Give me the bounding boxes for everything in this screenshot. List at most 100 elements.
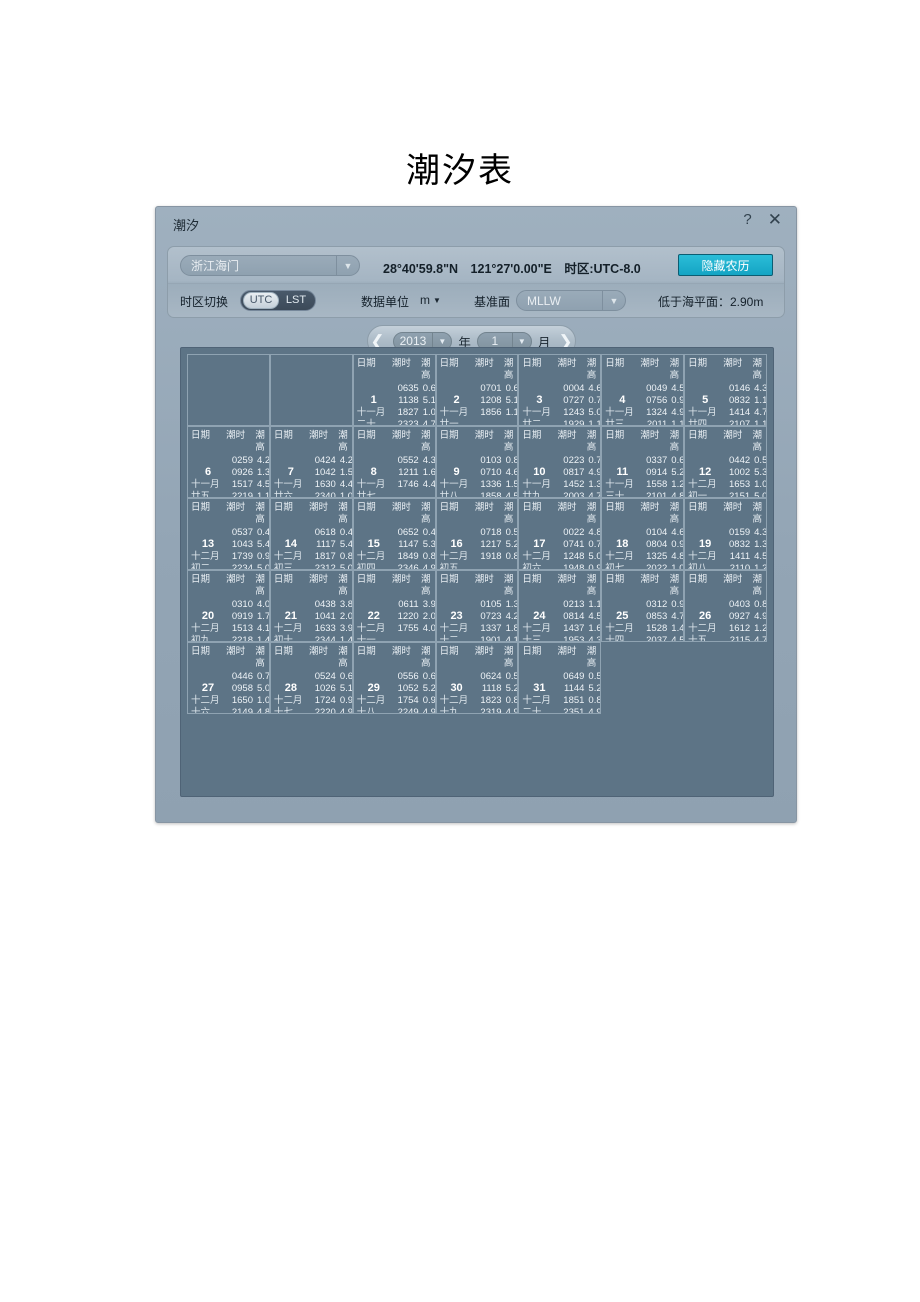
tide-time: 2346 <box>397 563 419 570</box>
calendar-day-cell[interactable]: 日期潮时潮高27十二月十六04460.7609585.0516501.09214… <box>187 642 270 714</box>
tide-time: 2022 <box>646 563 668 570</box>
tide-height: 4.25 <box>257 455 270 466</box>
help-icon[interactable]: ? <box>741 212 753 227</box>
calendar-day-cell[interactable]: 日期潮时潮高18十二月初七01044.6208040.9613254.85202… <box>601 498 685 570</box>
calendar-day-cell[interactable]: 日期潮时潮高26十二月十五04030.8609274.9116121.23211… <box>684 570 767 642</box>
location-select[interactable]: 浙江海门 ▼ <box>180 255 360 276</box>
header-time: 潮时 <box>640 502 660 513</box>
window-titlebar: 潮汐 ? ✕ <box>156 207 796 241</box>
calendar-day-cell[interactable]: 日期潮时潮高6十一月廿五02594.2509261.3715174.542219… <box>187 426 270 498</box>
tide-time: 0741 <box>563 539 585 550</box>
calendar-day-cell[interactable]: 日期潮时潮高13十二月初二05370.4710435.4617390.95223… <box>187 498 270 570</box>
tide-row: 15581.20 <box>639 479 685 491</box>
lunar-day: 廿三 <box>605 419 625 426</box>
calendar-day-cell[interactable]: 日期潮时潮高16十二月初五07180.5712175.2619180.86 <box>435 498 519 570</box>
calendar-day-cell[interactable]: 日期潮时潮高24十二月十三02131.1408144.5114371.63195… <box>518 570 602 642</box>
calendar-day-cell[interactable]: 日期潮时潮高25十二月十四03120.9908534.7315281.42203… <box>601 570 685 642</box>
cell-date-column: 10 十一月 廿九 <box>522 455 556 497</box>
calendar-day-cell[interactable]: 日期潮时潮高19十二月初八01594.3208321.3014114.51211… <box>684 498 767 570</box>
calendar-day-cell[interactable]: 日期潮时潮高14十二月初三06180.4611175.4418170.87231… <box>269 498 353 570</box>
calendar-day-cell[interactable]: 日期潮时潮高10十一月廿九02230.7308174.9714521.36200… <box>518 426 602 498</box>
tide-row: 16531.06 <box>722 479 766 491</box>
timezone-option-lst[interactable]: LST <box>279 293 313 308</box>
cell-date-column: 14 十二月 初三 <box>274 527 308 569</box>
header-date: 日期 <box>522 502 542 513</box>
calendar-day-cell[interactable]: 日期潮时潮高20十二月初九03104.0309191.7015134.18221… <box>187 570 270 642</box>
calendar-day-cell[interactable]: 日期潮时潮高21十二月初十04383.8810412.0216333.99234… <box>269 570 353 642</box>
calendar-day-cell[interactable]: 日期潮时潮高1十一月二十06350.6711385.1718271.092323… <box>352 354 436 426</box>
tide-row: 14521.36 <box>556 479 602 491</box>
chevron-down-icon: ▼ <box>609 295 619 306</box>
tide-row: 0259 4.25 <box>225 455 270 467</box>
tide-height: 5.46 <box>257 539 270 550</box>
tide-height: 4.39 <box>588 635 602 642</box>
tide-height: 1.12 <box>754 395 767 406</box>
tide-row: 08174.97 <box>556 467 600 479</box>
tide-height: 4.62 <box>671 527 685 538</box>
header-date: 日期 <box>439 430 459 441</box>
calendar-day-cell[interactable]: 日期潮时潮高2十一月廿一07010.6812085.1518561.10 <box>435 354 519 426</box>
tide-height: 1.20 <box>671 479 685 490</box>
header-height: 潮高 <box>503 574 514 597</box>
toolbar-row-settings: 时区切换 UTC LST 数据单位 m ▼ 基准面 MLLW ▼ 低于海平面：2… <box>168 283 784 317</box>
lunar-day: 初二 <box>191 563 211 570</box>
calendar-day-cell[interactable]: 日期潮时潮高28十二月十七05240.6710265.1617240.98222… <box>269 642 353 714</box>
cell-tide-column: 06180.4611175.4418170.8723125.06 <box>308 527 352 569</box>
unit-select[interactable]: m ▼ <box>420 293 441 307</box>
tide-row: 07234.24 <box>474 611 517 623</box>
header-time: 潮时 <box>557 430 577 441</box>
calendar-day-cell[interactable]: 日期潮时潮高15十二月初四06520.4911475.3618490.84234… <box>352 498 436 570</box>
cell-column-headers: 日期 潮时 潮高 <box>357 574 431 598</box>
tide-height: 0.75 <box>588 395 602 406</box>
tide-height: 0.49 <box>422 527 436 538</box>
tide-height: 1.36 <box>588 479 602 490</box>
tide-row: 04244.22 <box>308 455 352 467</box>
calendar-day-cell[interactable]: 日期潮时潮高8十一月廿七05524.3712111.6117464.43 <box>352 426 436 498</box>
calendar-day-cell[interactable]: 日期潮时潮高23十二月十二01051.3007234.2413371.86190… <box>435 570 519 642</box>
lunar-month: 十一月 <box>439 479 469 490</box>
calendar-day-cell[interactable]: 日期潮时潮高31十二月二十06490.5911445.2718510.81235… <box>518 642 602 714</box>
calendar-day-cell[interactable]: 日期潮时潮高3十一月廿二00044.6607270.7512435.081929… <box>518 354 602 426</box>
day-number: 24 <box>533 610 546 622</box>
datum-select[interactable]: MLLW ▼ <box>516 290 626 311</box>
hide-lunar-button[interactable]: 隐藏农历 <box>678 254 773 276</box>
tide-time: 0814 <box>563 611 585 622</box>
calendar-day-cell[interactable]: 日期潮时潮高5十一月廿四01464.3908321.1214144.752107… <box>684 354 767 426</box>
timezone-option-utc[interactable]: UTC <box>243 292 279 309</box>
tide-height: 4.51 <box>588 611 602 622</box>
datum-label: 基准面 <box>474 295 511 309</box>
datum-value: MLLW <box>527 293 561 308</box>
calendar-day-cell[interactable]: 日期潮时潮高9十一月廿八01030.8907104.6513361.511858… <box>435 426 519 498</box>
tide-row: 0919 1.70 <box>225 611 269 623</box>
calendar-day-cell[interactable]: 日期潮时潮高22十二月十一06113.9712202.0517554.02 <box>352 570 436 642</box>
tide-time: 1411 <box>729 551 751 562</box>
calendar-day-cell[interactable]: 日期潮时潮高30十二月十九06240.5811185.2718230.84231… <box>435 642 519 714</box>
calendar-day-cell[interactable]: 日期潮时潮高12十二月初一04420.5210025.3916531.06215… <box>684 426 767 498</box>
tide-row: 18271.09 <box>391 407 435 419</box>
calendar-day-cell[interactable]: 日期潮时潮高11十一月三十03370.6009145.2315581.20210… <box>601 426 685 498</box>
cell-body: 7十一月廿六04244.2210421.5716304.4223401.05 <box>274 455 352 497</box>
cell-date-column: 7 十一月 廿六 <box>274 455 308 497</box>
day-number: 11 <box>616 466 629 478</box>
calendar-day-cell[interactable]: 日期潮时潮高4十一月廿三00494.5407560.9013244.952011… <box>601 354 685 426</box>
tide-time: 1827 <box>397 407 419 418</box>
tide-time: 2218 <box>231 635 253 642</box>
tide-time: 1528 <box>646 623 668 634</box>
tide-height: 1.86 <box>505 623 519 634</box>
day-number: 25 <box>616 610 629 622</box>
lunar-day: 廿二 <box>522 419 542 426</box>
tide-height: 0.86 <box>505 551 519 562</box>
cell-body: 24十二月十三02131.1408144.5114371.6319534.39 <box>522 599 600 641</box>
tide-row: 11385.17 <box>391 395 434 407</box>
calendar-day-cell[interactable]: 日期潮时潮高29十二月十八05560.6110525.2317540.90224… <box>352 642 436 714</box>
cell-date-column: 30 十二月 十九 <box>440 671 474 713</box>
close-icon[interactable]: ✕ <box>766 211 784 228</box>
lunar-month: 十一月 <box>522 479 551 490</box>
timezone-toggle[interactable]: UTC LST <box>240 290 316 311</box>
tide-height: 0.96 <box>671 539 685 550</box>
header-height: 潮高 <box>586 502 597 525</box>
tide-time: 1208 <box>480 395 502 406</box>
calendar-day-cell[interactable]: 日期潮时潮高7十一月廿六04244.2210421.5716304.422340… <box>269 426 353 498</box>
calendar-day-cell[interactable]: 日期潮时潮高17十二月初六00224.8507410.7212485.09194… <box>518 498 602 570</box>
calendar-panel: 日期潮时潮高1十一月二十06350.6711385.1718271.092323… <box>180 347 774 797</box>
